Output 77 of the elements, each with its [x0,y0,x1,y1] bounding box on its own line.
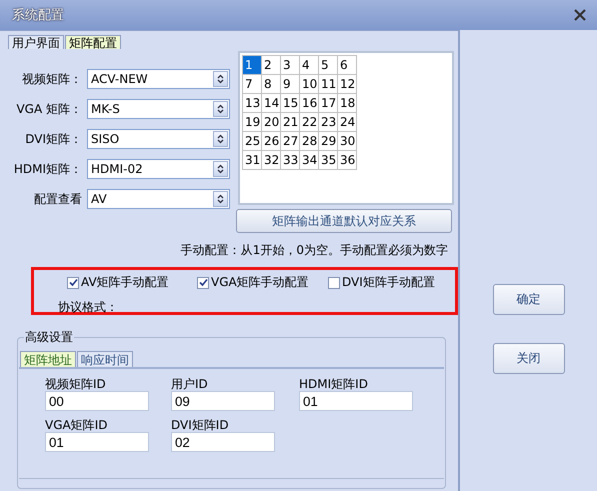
channel-cell[interactable]: 35 [319,151,338,170]
field-label: DVI矩阵ID [171,417,230,432]
spinner-arrows-icon [217,104,224,114]
channel-cell[interactable]: 13 [243,94,262,113]
checkbox[interactable]: VGA矩阵手动配置 [197,274,328,291]
field-label: 视频矩阵ID [45,376,107,391]
spinner-arrows-icon [217,134,224,144]
channel-cell[interactable]: 26 [262,132,281,151]
channel-cell[interactable]: 30 [338,132,357,151]
channel-cell[interactable]: 19 [243,113,262,132]
tab[interactable]: 用户界面 [8,35,64,49]
field-label: VGA矩阵ID [45,417,108,432]
channel-cell[interactable]: 32 [262,151,281,170]
channel-cell[interactable]: 17 [319,94,338,113]
channel-cell[interactable]: 12 [338,75,357,94]
input-field[interactable]: 09 [171,391,275,411]
window-title: 系统配置 [12,7,64,24]
channel-cell[interactable]: 6 [338,56,357,75]
tab[interactable]: 矩阵配置 [65,35,121,49]
dropdown[interactable]: ACV-NEW [87,69,230,89]
tab[interactable]: 矩阵地址 [20,351,76,367]
dropdown[interactable]: MK-S [87,99,230,119]
dialog-button[interactable]: 关闭 [492,343,564,374]
field-label: VGA 矩阵： [15,100,83,118]
protocol-label: 协议格式： [58,299,119,316]
spinner-arrows-icon [217,74,224,84]
channel-cell[interactable]: 33 [281,151,300,170]
channel-cell[interactable]: 8 [262,75,281,94]
checkbox[interactable]: DVI矩阵手动配置 [328,274,435,291]
channel-cell[interactable]: 15 [281,94,300,113]
input-field[interactable]: 01 [299,391,413,411]
hint-text: 手动配置：从1开始，0为空。手动配置必须为数字 [180,242,449,259]
channel-cell[interactable]: 14 [262,94,281,113]
channel-cell[interactable]: 11 [319,75,338,94]
channel-cell[interactable]: 18 [338,94,357,113]
mapping-button[interactable]: 矩阵输出通道默认对应关系 [236,209,452,233]
channel-cell[interactable]: 9 [281,75,300,94]
channel-cell[interactable]: 22 [300,113,319,132]
channel-cell[interactable]: 20 [262,113,281,132]
dialog-button[interactable]: 确定 [492,284,564,315]
checkmark-icon [68,278,78,287]
channel-cell[interactable]: 4 [300,56,319,75]
close-icon [573,8,587,22]
field-label: 视频矩阵： [21,70,83,88]
channel-cell[interactable]: 36 [338,151,357,170]
channel-cell[interactable]: 24 [338,113,357,132]
dropdown[interactable]: AV [87,189,230,209]
channel-cell[interactable]: 5 [319,56,338,75]
dropdown[interactable]: HDMI-02 [87,159,230,179]
channel-cell[interactable]: 29 [319,132,338,151]
channel-cell[interactable]: 1 [243,56,262,75]
input-field[interactable]: 02 [171,432,275,452]
field-label: DVI矩阵： [24,130,83,148]
spinner-arrows-icon [217,164,224,174]
channel-cell[interactable]: 23 [319,113,338,132]
channel-cell[interactable]: 21 [281,113,300,132]
channel-cell[interactable]: 7 [243,75,262,94]
channel-cell[interactable]: 16 [300,94,319,113]
checkmark-icon [198,278,208,287]
field-label: 用户ID [171,376,209,391]
field-label: HDMI矩阵： [12,160,83,178]
tab[interactable]: 响应时间 [77,351,133,367]
input-field[interactable]: 00 [45,391,149,411]
field-label: 配置查看 [33,190,83,208]
input-field[interactable]: 01 [45,432,149,452]
channel-cell[interactable]: 31 [243,151,262,170]
field-label: HDMI矩阵ID [299,376,369,391]
channel-cell[interactable]: 34 [300,151,319,170]
spinner-arrows-icon [217,194,224,204]
checkbox[interactable]: AV矩阵手动配置 [67,274,197,291]
channel-cell[interactable]: 25 [243,132,262,151]
channel-cell[interactable]: 2 [262,56,281,75]
channel-cell[interactable]: 10 [300,75,319,94]
channel-cell[interactable]: 27 [281,132,300,151]
channel-cell[interactable]: 3 [281,56,300,75]
channel-cell[interactable]: 28 [300,132,319,151]
dropdown[interactable]: SISO [87,129,230,149]
